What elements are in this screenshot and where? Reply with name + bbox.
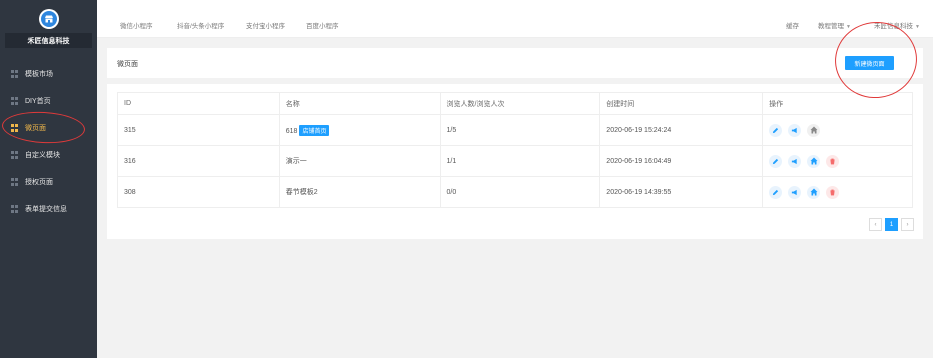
- chevron-down-icon: ▼: [915, 24, 920, 30]
- grid-icon: [11, 151, 19, 159]
- column-header: 名称: [278, 92, 441, 115]
- table-row: 315 618 店铺首页 1/5 2020-06-19 15:24:24: [117, 114, 913, 146]
- cell-created: 2020-06-19 16:04:49: [599, 145, 764, 177]
- micro-page-list: ID 名称 浏览人数/浏览人次 创建时间 操作 315 618 店铺首页 1/5 …: [107, 84, 923, 239]
- delete-icon[interactable]: [826, 185, 840, 199]
- cell-id: 315: [117, 114, 280, 146]
- promote-icon[interactable]: [788, 154, 802, 168]
- edit-icon[interactable]: [769, 185, 783, 199]
- cell-id: 308: [117, 176, 280, 208]
- sidebar-item-form-submissions[interactable]: 表单提交信息: [0, 197, 97, 221]
- chevron-down-icon: ▼: [846, 24, 851, 30]
- column-header: 创建时间: [599, 92, 764, 115]
- grid-icon: [11, 70, 19, 78]
- page-name: 618: [285, 127, 298, 135]
- tab-alipay[interactable]: 支付宝小程序: [246, 20, 285, 30]
- next-page-button[interactable]: ›: [901, 218, 914, 231]
- cell-actions: [762, 176, 913, 208]
- sidebar: 禾匠信息科技 模板市场 DIY首页 微页面 自定义模块 授权页面 表单提交信息: [0, 0, 97, 358]
- column-header: ID: [117, 92, 280, 115]
- column-header: 操作: [762, 92, 913, 115]
- delete-icon[interactable]: [826, 154, 840, 168]
- top-bar: 微信小程序 抖音/头条小程序 支付宝小程序 百度小程序 缓存 教程管理 ▼ 禾匠信…: [97, 0, 933, 38]
- page-number-button[interactable]: 1: [885, 218, 898, 231]
- tab-wechat[interactable]: 微信小程序: [120, 20, 153, 30]
- cell-name: 618 店铺首页: [278, 114, 441, 146]
- promote-icon[interactable]: [788, 185, 802, 199]
- home-icon[interactable]: [807, 185, 821, 199]
- tab-baidu[interactable]: 百度小程序: [306, 20, 339, 30]
- shop-logo-icon: [40, 11, 57, 27]
- promote-icon[interactable]: [788, 123, 802, 137]
- cell-views: 1/5: [439, 114, 601, 146]
- cell-actions: [762, 114, 913, 146]
- cell-views: 1/1: [439, 145, 601, 177]
- sidebar-item-label: 模板市场: [25, 71, 53, 78]
- sidebar-item-label: DIY首页: [25, 98, 51, 105]
- sidebar-item-custom-module[interactable]: 自定义模块: [0, 143, 97, 167]
- sidebar-item-label: 自定义模块: [25, 152, 60, 159]
- grid-icon: [11, 97, 19, 105]
- table-header-row: ID 名称 浏览人数/浏览人次 创建时间 操作: [117, 92, 913, 115]
- column-header: 浏览人数/浏览人次: [439, 92, 601, 115]
- sidebar-item-label: 表单提交信息: [25, 206, 67, 213]
- home-icon[interactable]: [807, 154, 821, 168]
- cell-name: 春节模板2: [278, 176, 441, 208]
- sidebar-item-label: 授权页面: [25, 179, 53, 186]
- cache-link[interactable]: 缓存: [786, 20, 799, 30]
- logo: [38, 9, 59, 29]
- page-title: 微页面: [117, 61, 138, 68]
- cell-created: 2020-06-19 14:39:55: [599, 176, 764, 208]
- grid-icon: [11, 205, 19, 213]
- home-icon[interactable]: [807, 123, 821, 137]
- table-row: 316 演示一 1/1 2020-06-19 16:04:49: [117, 145, 913, 177]
- cell-created: 2020-06-19 15:24:24: [599, 114, 764, 146]
- sidebar-item-template-market[interactable]: 模板市场: [0, 62, 97, 86]
- sidebar-item-diy-home[interactable]: DIY首页: [0, 89, 97, 113]
- cell-actions: [762, 145, 913, 177]
- page-header: 微页面 新建微页面: [107, 48, 923, 78]
- brand: 禾匠信息科技: [0, 0, 97, 58]
- micro-page-table: ID 名称 浏览人数/浏览人次 创建时间 操作 315 618 店铺首页 1/5 …: [117, 92, 913, 208]
- cell-id: 316: [117, 145, 280, 177]
- sidebar-item-auth-page[interactable]: 授权页面: [0, 170, 97, 194]
- edit-icon[interactable]: [769, 123, 783, 137]
- company-name: 禾匠信息科技: [5, 33, 92, 48]
- tab-douyin[interactable]: 抖音/头条小程序: [177, 20, 224, 30]
- table-row: 308 春节模板2 0/0 2020-06-19 14:39:55: [117, 176, 913, 208]
- grid-icon: [11, 178, 19, 186]
- edit-icon[interactable]: [769, 154, 783, 168]
- pagination: ‹ 1 ›: [869, 218, 914, 231]
- prev-page-button[interactable]: ‹: [869, 218, 882, 231]
- tutorial-label: 教程管理: [818, 23, 844, 30]
- tutorial-menu[interactable]: 教程管理 ▼: [818, 20, 851, 30]
- cell-views: 0/0: [439, 176, 601, 208]
- cell-name: 演示一: [278, 145, 441, 177]
- home-page-badge: 店铺首页: [299, 124, 330, 136]
